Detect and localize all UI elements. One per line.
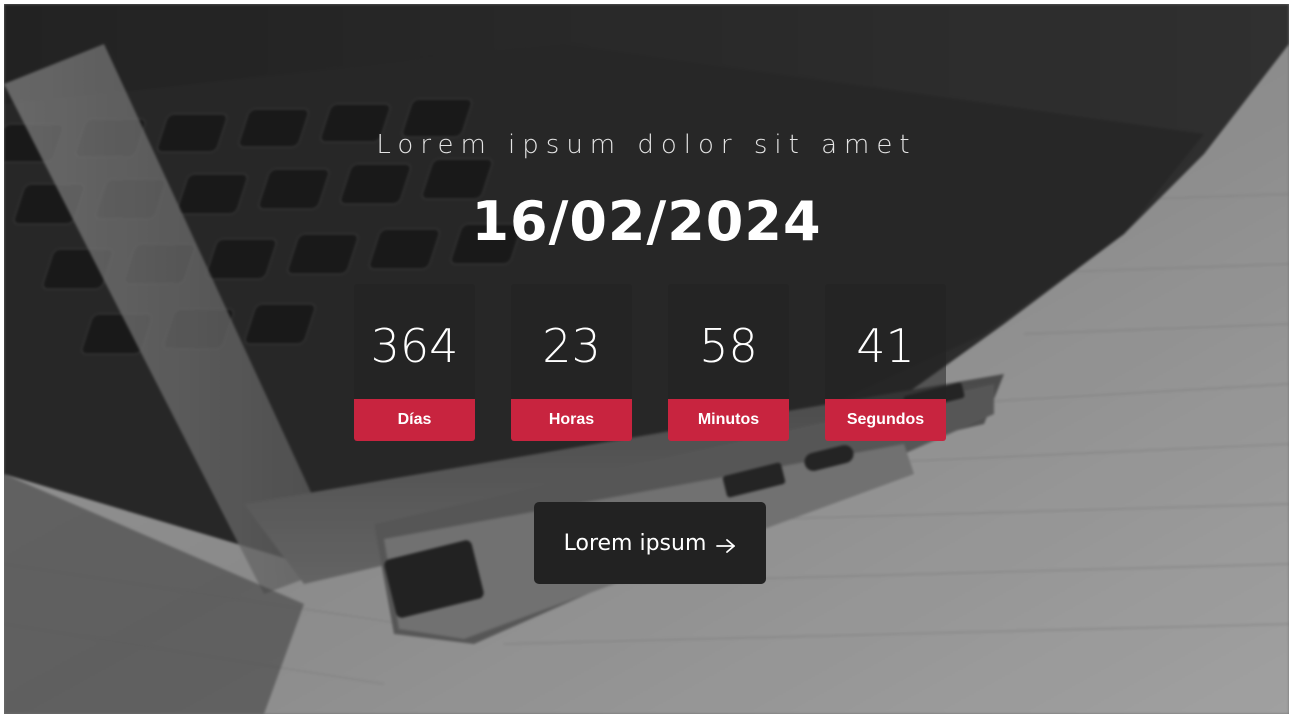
days-label: Días	[354, 399, 475, 441]
minutes-label: Minutos	[668, 399, 789, 441]
event-date: 16/02/2024	[471, 190, 822, 253]
countdown-minutes: 58 Minutos	[668, 284, 789, 441]
countdown-seconds: 41 Segundos	[825, 284, 946, 441]
hours-label: Horas	[511, 399, 632, 441]
cta-button[interactable]: Lorem ipsum	[534, 502, 766, 584]
arrow-right-icon	[716, 535, 736, 553]
seconds-value: 41	[856, 319, 915, 373]
minutes-value: 58	[699, 319, 758, 373]
hours-value: 23	[542, 319, 601, 373]
countdown-days: 364 Días	[354, 284, 475, 441]
countdown-hours: 23 Horas	[511, 284, 632, 441]
countdown-timer: 364 Días 23 Horas 58 Minutos 41 Segundos	[354, 284, 947, 441]
days-value: 364	[370, 319, 459, 373]
content-layer: Lorem ipsum dolor sit amet 16/02/2024 36…	[4, 4, 1289, 714]
cta-label: Lorem ipsum	[563, 530, 707, 556]
seconds-label: Segundos	[825, 399, 946, 441]
hero-section: Lorem ipsum dolor sit amet 16/02/2024 36…	[4, 4, 1289, 714]
hero-subtitle: Lorem ipsum dolor sit amet	[376, 130, 917, 160]
